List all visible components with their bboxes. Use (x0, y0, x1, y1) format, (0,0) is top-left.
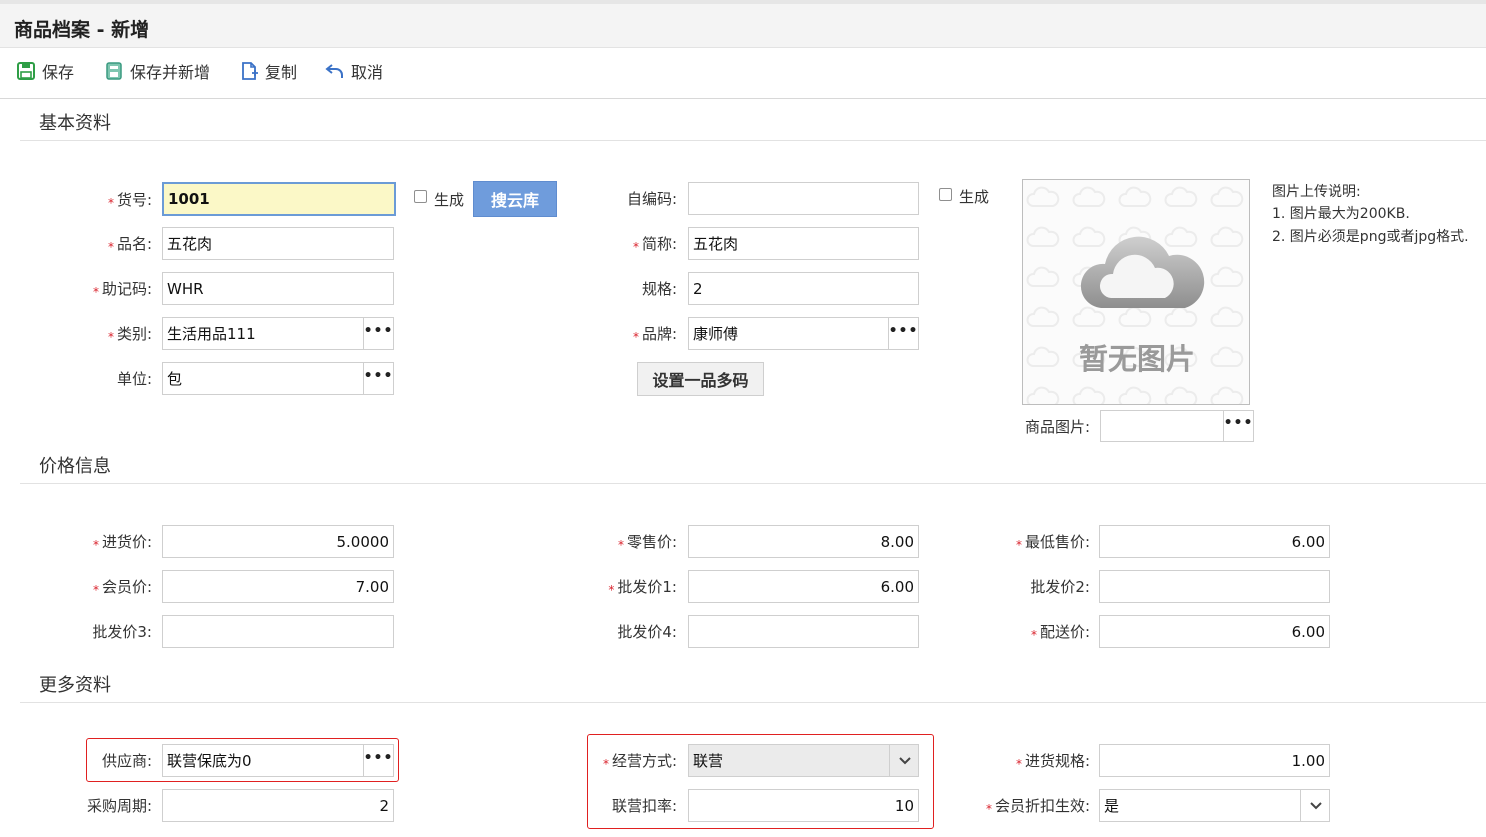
member-price-label: * 会员价: (92, 578, 152, 597)
chevron-down-icon[interactable] (889, 745, 918, 776)
joint-rate-label: 联营扣率: (611, 797, 677, 815)
multi-barcode-button[interactable]: 设置一品多码 (637, 362, 764, 396)
product-image-label: 商品图片: (1024, 418, 1090, 436)
ellipsis-icon: ••• (363, 749, 394, 766)
wholesale2-label: 批发价2: (1030, 578, 1090, 596)
name-label: * 品名: (107, 235, 152, 254)
mnemonic-input[interactable]: WHR (162, 272, 394, 305)
supplier-label: 供应商: (101, 752, 152, 770)
page-title: 商品档案 - 新增 (14, 19, 150, 41)
generate-label-2: 生成 (959, 188, 990, 206)
short-name-label: * 简称: (632, 235, 677, 254)
save-label: 保存 (42, 63, 75, 82)
section-more-title: 更多资料 (39, 675, 111, 696)
min-price-label: * 最低售价: (1015, 533, 1090, 552)
purchase-spec-label: * 进货规格: (1015, 752, 1090, 771)
supplier-input[interactable]: 联营保底为0 ••• (162, 744, 394, 777)
undo-icon (325, 64, 343, 78)
no-image-text: 暂无图片 (1078, 342, 1195, 376)
brand-picker-button[interactable]: ••• (888, 318, 919, 349)
spec-input[interactable]: 2 (688, 272, 919, 305)
category-picker-button[interactable]: ••• (363, 318, 394, 349)
category-input[interactable]: 生活用品111 ••• (162, 317, 394, 350)
search-cloud-button[interactable]: 搜云库 (473, 181, 557, 217)
supplier-picker-button[interactable]: ••• (363, 745, 394, 776)
save-icon (17, 62, 35, 80)
brand-label: * 品牌: (632, 325, 677, 344)
purchase-cycle-input[interactable]: 2 (162, 789, 394, 822)
generate-checkbox-2[interactable] (939, 188, 952, 201)
generate-label-1: 生成 (434, 191, 465, 209)
wholesale4-label: 批发价4: (617, 623, 677, 641)
unit-picker-button[interactable]: ••• (363, 363, 394, 394)
title-bar: 商品档案 - 新增 (0, 0, 1486, 48)
delivery-price-input[interactable]: 6.00 (1099, 615, 1330, 648)
purchase-cycle-label: 采购周期: (86, 797, 152, 815)
wholesale2-input[interactable] (1099, 570, 1330, 603)
name-input[interactable]: 五花肉 (162, 227, 394, 260)
cancel-label: 取消 (351, 63, 384, 82)
business-mode-label: * 经营方式: (602, 752, 677, 771)
wholesale3-input[interactable] (162, 615, 394, 648)
item-no-label: * 货号: (107, 191, 152, 210)
section-basic-title: 基本资料 (39, 113, 111, 134)
purchase-price-input[interactable]: 5.0000 (162, 525, 394, 558)
unit-input[interactable]: 包 ••• (162, 362, 394, 395)
wholesale3-label: 批发价3: (92, 623, 152, 641)
wholesale1-label: * 批发价1: (608, 578, 677, 597)
wholesale1-input[interactable]: 6.00 (688, 570, 919, 603)
business-mode-select[interactable]: 联营 (688, 744, 919, 777)
section-divider (20, 483, 1486, 484)
section-divider (20, 702, 1486, 703)
self-code-label: 自编码: (626, 190, 677, 208)
save-new-icon (106, 62, 122, 80)
toolbar: 保存 保存并新增 复制 取消 (0, 48, 1486, 99)
purchase-spec-input[interactable]: 1.00 (1099, 744, 1330, 777)
purchase-price-label: * 进货价: (92, 533, 152, 552)
ellipsis-icon: ••• (1223, 415, 1254, 431)
category-label: * 类别: (107, 325, 152, 344)
copy-button[interactable]: 复制 (239, 58, 297, 84)
upload-note-2: 2. 图片必须是png或者jpg格式. (1272, 229, 1469, 245)
wholesale4-input[interactable] (688, 615, 919, 648)
mnemonic-label: * 助记码: (92, 280, 152, 299)
spec-label: 规格: (641, 280, 677, 298)
section-price-title: 价格信息 (39, 456, 111, 477)
copy-icon (242, 62, 258, 80)
ellipsis-icon: ••• (363, 322, 394, 339)
save-new-label: 保存并新增 (130, 63, 211, 82)
generate-checkbox-1[interactable] (414, 190, 427, 203)
retail-price-label: * 零售价: (617, 533, 677, 552)
copy-label: 复制 (265, 63, 298, 82)
self-code-input[interactable] (688, 182, 919, 215)
upload-note-title: 图片上传说明: (1272, 184, 1361, 200)
member-discount-select[interactable]: 是 (1099, 789, 1330, 822)
joint-rate-input[interactable]: 10 (688, 789, 919, 822)
save-and-new-button[interactable]: 保存并新增 (104, 58, 210, 84)
ellipsis-icon: ••• (363, 367, 394, 384)
image-picker-button[interactable]: ••• (1223, 411, 1254, 441)
cancel-button[interactable]: 取消 (325, 58, 383, 84)
upload-note-1: 1. 图片最大为200KB. (1272, 206, 1410, 222)
product-image-placeholder: 暂无图片 (1022, 179, 1250, 405)
brand-input[interactable]: 康师傅 ••• (688, 317, 919, 350)
chevron-down-icon[interactable] (1300, 790, 1329, 821)
unit-label: 单位: (116, 370, 152, 388)
delivery-price-label: * 配送价: (1030, 623, 1090, 642)
short-name-input[interactable]: 五花肉 (688, 227, 919, 260)
product-image-input[interactable]: ••• (1100, 410, 1254, 442)
section-divider (20, 140, 1486, 141)
min-price-input[interactable]: 6.00 (1099, 525, 1330, 558)
item-no-input[interactable]: 1001 (162, 182, 396, 216)
member-price-input[interactable]: 7.00 (162, 570, 394, 603)
member-discount-label: * 会员折扣生效: (985, 797, 1090, 816)
ellipsis-icon: ••• (888, 322, 919, 339)
retail-price-input[interactable]: 8.00 (688, 525, 919, 558)
save-button[interactable]: 保存 (16, 58, 74, 84)
